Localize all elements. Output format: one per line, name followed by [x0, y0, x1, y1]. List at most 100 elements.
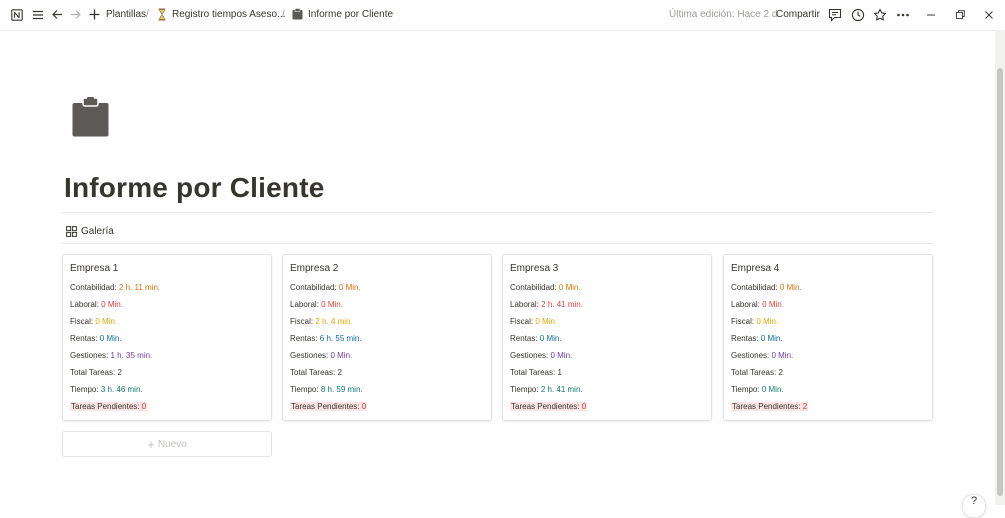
notion-logo-icon[interactable] — [11, 9, 23, 21]
breadcrumb-registro[interactable]: Registro tiempos Aseso... — [172, 9, 285, 21]
card-property: Contabilidad: 0 Min. — [731, 283, 802, 293]
property-value: 2 — [337, 368, 342, 377]
property-value: 0 Min. — [771, 351, 794, 360]
breadcrumb-plantillas[interactable]: Plantillas — [106, 9, 146, 21]
new-page-plus-icon[interactable] — [88, 8, 101, 21]
card-property: Laboral: 0 Min. — [290, 300, 343, 310]
card-title: Empresa 3 — [510, 263, 559, 274]
menu-icon[interactable] — [32, 9, 44, 21]
property-value: 0 Min. — [762, 300, 784, 309]
breadcrumb-separator: / — [282, 9, 285, 20]
pending-highlight: Tareas Pendientes: 2 — [731, 402, 809, 411]
back-arrow-icon[interactable] — [51, 8, 64, 21]
view-tab-gallery[interactable]: Galería — [66, 226, 114, 237]
scrollbar[interactable] — [995, 30, 1005, 505]
forward-arrow-icon[interactable] — [69, 8, 82, 21]
card-property: Rentas: 0 Min. — [510, 334, 562, 344]
card-property: Gestiones: 0 Min. — [290, 351, 352, 361]
share-button[interactable]: Compartir — [776, 9, 820, 21]
hourglass-icon — [157, 8, 167, 22]
property-label: Fiscal: — [731, 317, 757, 326]
card-property: Total Tareas: 1 — [510, 368, 562, 378]
property-label: Laboral: — [731, 300, 763, 309]
new-card-label: Nuevo — [157, 438, 187, 450]
property-value: 0 Min. — [761, 385, 784, 394]
last-edited-text: Última edición: Hace 2 d — [669, 9, 778, 20]
card-property: Tareas Pendientes: 0 — [290, 402, 368, 412]
help-question-icon: ? — [970, 495, 978, 507]
property-value: 0 Min. — [550, 351, 573, 360]
property-value: 0 Min. — [558, 283, 581, 292]
scrollbar-thumb[interactable] — [997, 68, 1003, 496]
property-value: 2 — [778, 368, 783, 377]
property-label: Rentas: — [70, 334, 100, 343]
plus-icon: + — [147, 436, 155, 452]
property-label: Contabilidad: — [510, 283, 559, 292]
property-value: 2 — [117, 368, 122, 377]
card-property: Laboral: 2 h. 41 min. — [510, 300, 583, 310]
property-label: Tareas Pendientes: — [511, 402, 582, 411]
property-value: 3 h. 46 min. — [100, 385, 143, 394]
card-property: Tiempo: 2 h. 41 min. — [510, 385, 583, 395]
property-value: 6 h. 55 min. — [319, 334, 362, 343]
card-property: Tiempo: 8 h. 59 min. — [290, 385, 363, 395]
card-property: Fiscal: 0 Min. — [70, 317, 117, 327]
property-label: Total Tareas: — [731, 368, 779, 377]
title-divider — [62, 212, 933, 213]
gallery-card[interactable]: Empresa 2 Contabilidad: 0 Min. Laboral: 0 … — [282, 254, 492, 421]
comment-icon[interactable] — [828, 8, 842, 22]
property-label: Gestiones: — [70, 351, 111, 360]
pending-highlight: Tareas Pendientes: 0 — [510, 402, 588, 411]
property-value: 0 Min. — [535, 317, 558, 326]
card-property: Fiscal: 0 Min. — [510, 317, 557, 327]
property-label: Rentas: — [510, 334, 540, 343]
close-window-icon[interactable] — [983, 8, 997, 22]
property-value: 0 Min. — [779, 283, 802, 292]
restore-window-icon[interactable] — [954, 8, 968, 22]
property-label: Rentas: — [731, 334, 761, 343]
card-property: Tiempo: 0 Min. — [731, 385, 784, 395]
property-value: 0 Min. — [330, 351, 353, 360]
property-label: Tareas Pendientes: — [291, 402, 362, 411]
property-value: 0 Min. — [539, 334, 562, 343]
card-property: Rentas: 0 Min. — [731, 334, 783, 344]
property-value: 0 Min. — [338, 283, 361, 292]
property-label: Laboral: — [290, 300, 322, 309]
property-label: Total Tareas: — [290, 368, 338, 377]
more-options-icon[interactable] — [896, 8, 910, 22]
card-property: Tiempo: 3 h. 46 min. — [70, 385, 143, 395]
gallery-card[interactable]: Empresa 4 Contabilidad: 0 Min. Laboral: 0 … — [723, 254, 933, 421]
property-label: Tiempo: — [510, 385, 541, 394]
clipboard-icon — [292, 8, 303, 22]
property-label: Total Tareas: — [70, 368, 118, 377]
property-label: Total Tareas: — [510, 368, 558, 377]
card-property: Total Tareas: 2 — [70, 368, 122, 378]
property-label: Gestiones: — [510, 351, 551, 360]
help-button[interactable]: ? — [962, 494, 986, 518]
property-label: Contabilidad: — [731, 283, 780, 292]
gallery-card[interactable]: Empresa 3 Contabilidad: 0 Min. Laboral: 2 … — [502, 254, 712, 421]
property-label: Laboral: — [70, 300, 102, 309]
favorite-star-icon[interactable] — [873, 8, 887, 22]
page-clipboard-icon[interactable] — [72, 97, 109, 137]
gallery-grid-icon — [66, 226, 77, 237]
card-property: Rentas: 6 h. 55 min. — [290, 334, 362, 344]
history-clock-icon[interactable] — [851, 8, 865, 22]
property-value: 0 Min. — [95, 317, 118, 326]
property-label: Tareas Pendientes: — [71, 402, 142, 411]
property-label: Tiempo: — [731, 385, 762, 394]
new-card-button[interactable]: + Nuevo — [62, 431, 272, 457]
card-title: Empresa 1 — [70, 263, 119, 274]
card-property: Rentas: 0 Min. — [70, 334, 122, 344]
property-value: 2 h. 4 min. — [315, 317, 353, 326]
property-label: Contabilidad: — [290, 283, 339, 292]
minimize-window-icon[interactable] — [925, 8, 939, 22]
property-value: 0 — [141, 402, 147, 411]
breadcrumb-informe[interactable]: Informe por Cliente — [308, 9, 393, 21]
view-divider — [62, 243, 933, 244]
property-value: 0 Min. — [760, 334, 783, 343]
page-title[interactable]: Informe por Cliente — [64, 172, 325, 204]
property-value: 2 h. 41 min. — [540, 385, 583, 394]
gallery-card[interactable]: Empresa 1 Contabilidad: 2 h. 11 min. Labor… — [62, 254, 272, 421]
card-property: Contabilidad: 0 Min. — [510, 283, 581, 293]
